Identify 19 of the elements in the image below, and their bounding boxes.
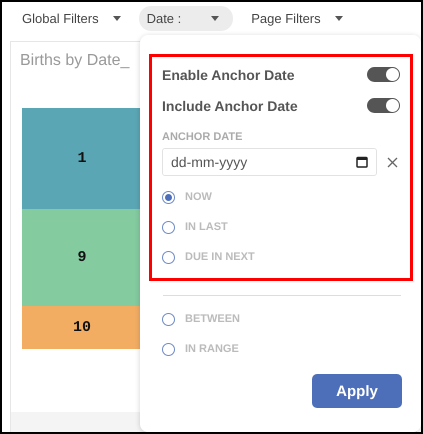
caret-icon — [112, 16, 121, 21]
filter-dropdown[interactable]: Global Filters — [14, 6, 129, 31]
chart-title: Births by Date_ — [20, 52, 130, 70]
toggle-switch[interactable] — [367, 98, 400, 113]
filter-dropdown[interactable]: Page Filters — [243, 6, 351, 31]
date-field[interactable]: dd-mm-yyyy — [162, 148, 377, 176]
toggle-switch[interactable] — [367, 67, 400, 82]
field-label: ANCHOR DATE — [162, 131, 244, 143]
close-icon[interactable] — [387, 156, 398, 168]
caret-icon — [211, 16, 220, 21]
radio-option[interactable]: IN LAST — [162, 212, 400, 242]
toggle-label: Enable Anchor Date — [162, 66, 295, 82]
filter-dropdown[interactable]: Date : — [138, 6, 234, 31]
radio-option[interactable]: DUE IN NEXT — [162, 242, 400, 272]
calendar-icon[interactable] — [356, 156, 368, 168]
apply-button[interactable]: Apply — [312, 374, 402, 408]
radio-option[interactable]: NOW — [162, 182, 400, 212]
caret-icon — [334, 16, 343, 21]
radio-option[interactable]: BETWEEN — [162, 304, 413, 334]
